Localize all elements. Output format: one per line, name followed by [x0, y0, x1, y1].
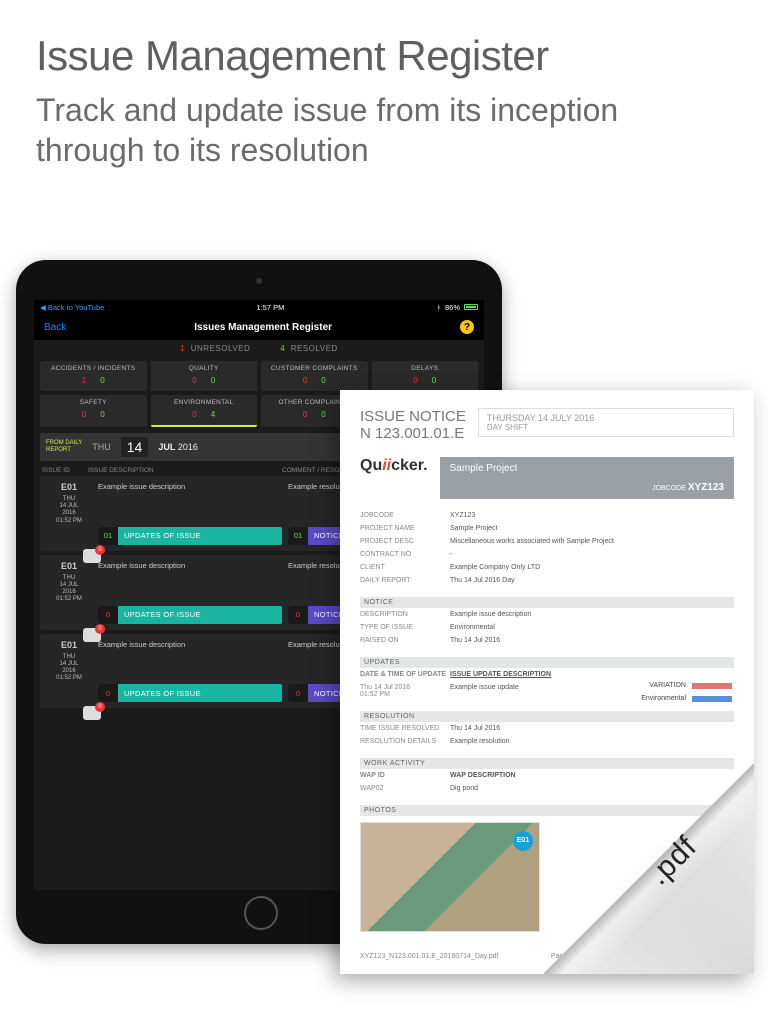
- pdf-kv-row: DESCRIPTIONExample issue description: [360, 608, 734, 621]
- status-back-to-app[interactable]: ◀ Back to YouTube: [40, 303, 104, 312]
- pdf-kv-row: DAILY REPORTThu 14 Jul 2016 Day: [360, 574, 734, 587]
- issue-timestamp: THU14 JUL201601:52 PM: [46, 575, 92, 604]
- unresolved-count[interactable]: 1 UNRESOLVED: [180, 344, 250, 353]
- headline-title: Issue Management Register: [36, 32, 732, 80]
- pdf-title-2: N 123.001.01.E: [360, 425, 466, 442]
- status-bar: ◀ Back to YouTube 1:57 PM ᚼ 86%: [34, 300, 484, 314]
- col-issue-desc: ISSUE DESCRIPTION: [88, 467, 282, 474]
- category-customer-complaints[interactable]: CUSTOMER COMPLAINTS00: [261, 361, 368, 391]
- issue-timestamp: THU14 JUL201601:52 PM: [46, 654, 92, 683]
- screen-title: Issues Management Register: [194, 322, 332, 333]
- updates-pill[interactable]: 01UPDATES OF ISSUE: [98, 527, 282, 545]
- pdf-kv-row: TIME ISSUE RESOLVEDThu 14 Jul 2016: [360, 722, 734, 735]
- pdf-title-1: ISSUE NOTICE: [360, 408, 466, 425]
- pdf-preview: ISSUE NOTICE N 123.001.01.E THURSDAY 14 …: [340, 390, 754, 974]
- date-dom[interactable]: 14: [121, 437, 149, 457]
- status-right: ᚼ 86%: [436, 303, 478, 312]
- pdf-work: WORK ACTIVITY WAP ID WAP DESCRIPTION WAP…: [360, 758, 734, 795]
- updates-pill[interactable]: 0UPDATES OF ISSUE: [98, 684, 282, 702]
- status-time: 1:57 PM: [256, 303, 284, 312]
- help-button[interactable]: ?: [460, 320, 474, 334]
- battery-percent: 86%: [445, 303, 460, 312]
- from-daily-report-label: FROM DAILYREPORT: [46, 440, 82, 453]
- date-dow: THU: [92, 442, 111, 452]
- pdf-meta: JOBCODEXYZ123PROJECT NAMESample ProjectP…: [360, 509, 734, 587]
- nav-bar: Back Issues Management Register ?: [34, 314, 484, 340]
- category-delays[interactable]: DELAYS00: [372, 361, 479, 391]
- issue-description: Example issue description: [98, 482, 282, 491]
- issue-timestamp: THU14 JUL201601:52 PM: [46, 496, 92, 525]
- pdf-header: ISSUE NOTICE N 123.001.01.E THURSDAY 14 …: [360, 408, 734, 443]
- col-issue-id: ISSUE ID: [42, 467, 88, 474]
- pdf-kv-row: CONTRACT NO-: [360, 548, 734, 561]
- pdf-kv-row: RESOLUTION DETAILSExample resolution: [360, 735, 734, 748]
- marketing-headline: Issue Management Register Track and upda…: [0, 0, 768, 178]
- date-month-year: JUL 2016: [158, 442, 198, 452]
- pdf-legend: VARIATION Environmental: [641, 682, 732, 708]
- brand-logo: Quiicker.: [360, 457, 428, 475]
- project-box: Sample Project JOBCODE XYZ123: [440, 457, 734, 499]
- camera-icon[interactable]: 0: [83, 706, 101, 720]
- headline-subtitle: Track and update issue from its inceptio…: [36, 90, 732, 170]
- pdf-kv-row: JOBCODEXYZ123: [360, 509, 734, 522]
- pdf-photos: PHOTOS E01: [360, 805, 734, 932]
- pdf-kv-row: WAP02Dig pond: [360, 782, 734, 795]
- pdf-kv-row: TYPE OF ISSUEEnvironmental: [360, 621, 734, 634]
- photo-issue-tag: E01: [513, 831, 533, 851]
- back-button[interactable]: Back: [44, 322, 66, 333]
- pdf-resolution: RESOLUTION TIME ISSUE RESOLVEDThu 14 Jul…: [360, 711, 734, 748]
- issue-description: Example issue description: [98, 640, 282, 649]
- pdf-kv-row: PROJECT DESCMiscellaneous works associat…: [360, 535, 734, 548]
- issue-description: Example issue description: [98, 561, 282, 570]
- category-environmental[interactable]: ENVIRONMENTAL04: [151, 395, 258, 427]
- tablet-camera-dot: [256, 278, 262, 284]
- issue-id: E01: [46, 482, 92, 492]
- pdf-date-box: THURSDAY 14 JULY 2016 DAY SHIFT: [478, 408, 734, 437]
- pdf-kv-row: PROJECT NAMESample Project: [360, 522, 734, 535]
- category-safety[interactable]: SAFETY00: [40, 395, 147, 427]
- pdf-footer: XYZ123_N123.001.01.E_20160714_Day.pdf Pa…: [360, 949, 734, 964]
- pdf-photo: E01: [360, 822, 540, 932]
- resolved-count[interactable]: 4 RESOLVED: [280, 344, 337, 353]
- camera-icon[interactable]: 0: [83, 628, 101, 642]
- updates-pill[interactable]: 0UPDATES OF ISSUE: [98, 606, 282, 624]
- pdf-page: Page 2 / 2: [551, 953, 583, 960]
- battery-icon: [464, 304, 478, 310]
- bluetooth-icon: ᚼ: [436, 303, 441, 312]
- camera-icon[interactable]: 0: [83, 549, 101, 563]
- summary-row: 1 UNRESOLVED 4 RESOLVED: [34, 340, 484, 357]
- pdf-tagline: An extra set of eyes overlooking your pr…: [635, 949, 734, 964]
- category-quality[interactable]: QUALITY00: [151, 361, 258, 391]
- pdf-kv-row: RAISED ONThu 14 Jul 2016: [360, 634, 734, 647]
- pdf-kv-row: CLIENTExample Company Only LTD: [360, 561, 734, 574]
- pdf-notice: NOTICE DESCRIPTIONExample issue descript…: [360, 597, 734, 647]
- category-accidents-incidents[interactable]: ACCIDENTS / INCIDENTS10: [40, 361, 147, 391]
- pdf-filename: XYZ123_N123.001.01.E_20160714_Day.pdf: [360, 953, 498, 960]
